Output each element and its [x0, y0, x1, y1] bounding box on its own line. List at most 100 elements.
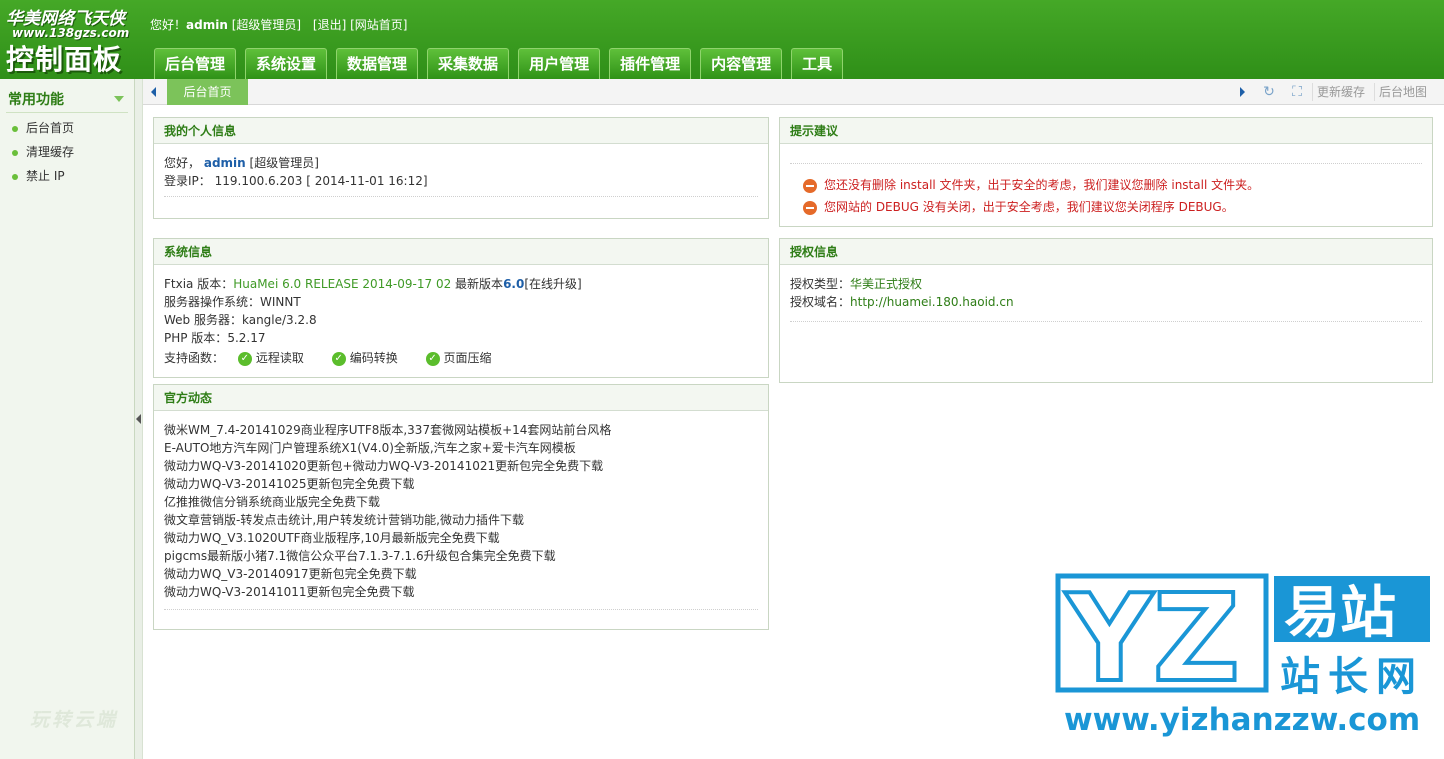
news-item[interactable]: 微动力WQ-V3-20141011更新包完全免费下载 — [164, 583, 758, 601]
license-type-label: 授权类型： — [790, 277, 851, 291]
check-icon: ✓ — [237, 351, 252, 366]
role-text: [超级管理员] — [231, 18, 302, 32]
logo-url: www.yizhanzzw.com — [1064, 702, 1421, 738]
sidebar-item-admin-home[interactable]: 后台首页 — [12, 119, 74, 143]
role-text: [超级管理员] — [249, 156, 319, 170]
site-home-link[interactable]: [网站首页] — [350, 18, 407, 32]
panel-news: 官方动态 微米WM_7.4-20141029商业程序UTF8版本,337套微网站… — [153, 384, 769, 630]
nav-tab-user-management[interactable]: 用户管理 — [518, 48, 601, 79]
os-value: WINNT — [260, 295, 301, 309]
nav-tab-content-management[interactable]: 内容管理 — [700, 48, 783, 79]
divider — [790, 163, 1422, 164]
upgrade-link[interactable]: [在线升级] — [524, 277, 581, 291]
update-cache-button[interactable]: 更新缓存 — [1312, 83, 1369, 101]
license-domain-link[interactable]: http://huamei.180.haoid.cn — [850, 295, 1014, 309]
tab-strip: 后台首页 ↻ ⛶ 更新缓存 后台地图 — [143, 79, 1444, 105]
support-compression: ✓ 页面压缩 — [425, 349, 492, 367]
logo-cn-big: 易站 — [1284, 581, 1396, 646]
greeting-text: 您好！ — [150, 18, 187, 32]
news-list: 微米WM_7.4-20141029商业程序UTF8版本,337套微网站模板+14… — [154, 411, 768, 610]
license-domain-label: 授权域名： — [790, 295, 851, 309]
panel-tips: 提示建议 您还没有删除 install 文件夹，出于安全的考虑，我们建议您删除 … — [779, 117, 1433, 227]
nav-tab-system-settings[interactable]: 系统设置 — [245, 48, 328, 79]
news-item[interactable]: 微动力WQ_V3.1020UTF商业版程序,10月最新版完全免费下载 — [164, 529, 758, 547]
logo-letters: YZ — [1064, 572, 1240, 702]
nav-tab-collect-data[interactable]: 采集数据 — [427, 48, 510, 79]
username-text: admin — [186, 18, 228, 32]
sidebar-menu: 后台首页 清理缓存 禁止 IP — [12, 119, 74, 191]
collapse-left-icon[interactable] — [136, 414, 141, 424]
support-text: 页面压缩 — [443, 351, 492, 365]
site-map-button[interactable]: 后台地图 — [1374, 83, 1431, 101]
panel-title: 官方动态 — [154, 385, 768, 411]
login-ip-label: 登录IP： — [164, 174, 211, 188]
sidebar-item-label: 后台首页 — [26, 121, 75, 135]
login-ip-value: 119.100.6.203 [ 2014-11-01 16:12] — [214, 174, 428, 188]
ftxia-label: Ftxia 版本： — [164, 277, 234, 291]
divider — [790, 321, 1422, 322]
tip-text: 您还没有删除 install 文件夹，出于安全的考虑，我们建议您删除 insta… — [824, 178, 1260, 192]
sidebar-title: 常用功能 — [8, 92, 64, 108]
nav-tab-data-management[interactable]: 数据管理 — [336, 48, 419, 79]
greeting-text: 您好， — [164, 156, 201, 170]
greeting-row: 您好， admin [超级管理员] — [164, 154, 758, 172]
news-item[interactable]: 微文章营销版-转发点击统计,用户转发统计营销功能,微动力插件下载 — [164, 511, 758, 529]
os-row: 服务器操作系统：WINNT — [164, 293, 758, 311]
refresh-icon[interactable]: ↻ — [1261, 84, 1277, 100]
news-item[interactable]: 亿推推微信分销系统商业版完全免费下载 — [164, 493, 758, 511]
news-item[interactable]: 微米WM_7.4-20141029商业程序UTF8版本,337套微网站模板+14… — [164, 421, 758, 439]
support-label: 支持函数： — [164, 351, 225, 365]
sidebar-toggle[interactable] — [135, 79, 143, 759]
sidebar-item-label: 禁止 IP — [26, 169, 65, 183]
scroll-left-icon[interactable] — [151, 87, 156, 97]
panel-title: 提示建议 — [780, 118, 1432, 144]
collapse-arrow-icon[interactable] — [114, 96, 124, 102]
os-label: 服务器操作系统： — [164, 295, 261, 309]
main-nav: 后台管理 系统设置 数据管理 采集数据 用户管理 插件管理 内容管理 工具 — [154, 48, 852, 79]
panel-body: Ftxia 版本：HuaMei 6.0 RELEASE 2014-09-17 0… — [154, 265, 768, 367]
php-row: PHP 版本：5.2.17 — [164, 329, 758, 347]
php-label: PHP 版本： — [164, 331, 228, 345]
panel-body: 您好， admin [超级管理员] 登录IP： 119.100.6.203 [ … — [154, 144, 768, 197]
news-item[interactable]: E-AUTO地方汽车网门户管理系统X1(V4.0)全新版,汽车之家+爱卡汽车网模… — [164, 439, 758, 457]
bullet-icon — [12, 125, 18, 132]
news-item[interactable]: 微动力WQ-V3-20141025更新包完全免费下载 — [164, 475, 758, 493]
news-item[interactable]: 微动力WQ-V3-20141020更新包+微动力WQ-V3-20141021更新… — [164, 457, 758, 475]
support-text: 编码转换 — [349, 351, 398, 365]
license-type-value: 华美正式授权 — [850, 277, 923, 291]
site-logo[interactable]: 华美网络飞天侠 www.138gzs.com 控制面板 — [4, 4, 140, 76]
php-value: 5.2.17 — [227, 331, 266, 345]
news-item[interactable]: 微动力WQ_V3-20140917更新包完全免费下载 — [164, 565, 758, 583]
bullet-icon — [12, 173, 18, 180]
user-bar: 您好！admin [超级管理员] [退出] [网站首页] — [150, 16, 407, 33]
panel-body: 您还没有删除 install 文件夹，出于安全的考虑，我们建议您删除 insta… — [780, 144, 1432, 218]
panel-title: 系统信息 — [154, 239, 768, 265]
news-item[interactable]: pigcms最新版小猪7.1微信公众平台7.1.3-7.1.6升级包合集完全免费… — [164, 547, 758, 565]
sidebar-divider — [6, 112, 128, 113]
divider — [164, 609, 758, 610]
support-encoding: ✓ 编码转换 — [331, 349, 398, 367]
ftxia-version: HuaMei 6.0 RELEASE 2014-09-17 02 — [233, 277, 452, 291]
tip-install-folder: 您还没有删除 install 文件夹，出于安全的考虑，我们建议您删除 insta… — [790, 174, 1422, 196]
username-text: admin — [203, 156, 246, 170]
check-icon: ✓ — [425, 351, 440, 366]
bullet-icon — [12, 149, 18, 156]
latest-version: 6.0 — [503, 277, 525, 291]
version-row: Ftxia 版本：HuaMei 6.0 RELEASE 2014-09-17 0… — [164, 275, 758, 293]
sidebar-item-label: 清理缓存 — [26, 145, 75, 159]
sidebar-item-ban-ip[interactable]: 禁止 IP — [12, 167, 74, 191]
sidebar: 常用功能 后台首页 清理缓存 禁止 IP 玩转云端 — [0, 79, 135, 759]
scroll-right-icon[interactable] — [1240, 87, 1245, 97]
nav-tab-tools[interactable]: 工具 — [791, 48, 844, 79]
nav-tab-admin[interactable]: 后台管理 — [154, 48, 237, 79]
sidebar-item-clear-cache[interactable]: 清理缓存 — [12, 143, 74, 167]
logout-link[interactable]: [退出] — [313, 18, 346, 32]
panel-body: 授权类型：华美正式授权 授权域名：http://huamei.180.haoid… — [780, 265, 1432, 322]
latest-label: 最新版本 — [455, 277, 504, 291]
login-ip-row: 登录IP： 119.100.6.203 [ 2014-11-01 16:12] — [164, 172, 758, 190]
logo-line3: 控制面板 — [6, 43, 123, 76]
nav-tab-plugin-management[interactable]: 插件管理 — [609, 48, 692, 79]
warning-icon — [803, 178, 817, 193]
fullscreen-icon[interactable]: ⛶ — [1289, 84, 1305, 100]
tab-admin-home[interactable]: 后台首页 — [167, 79, 248, 105]
